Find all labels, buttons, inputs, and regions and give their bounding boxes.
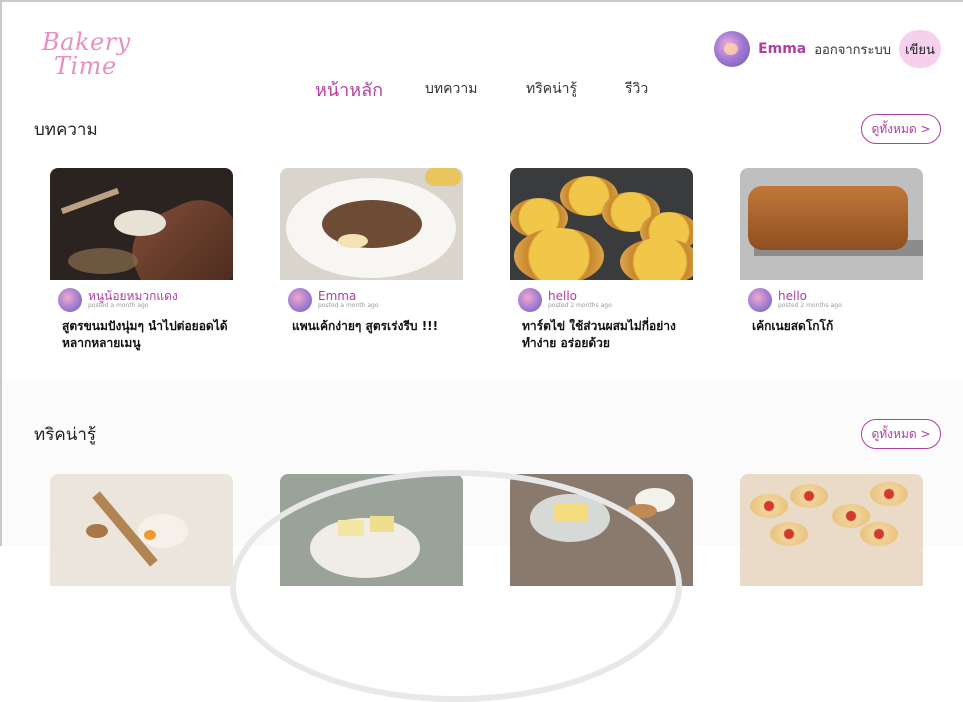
write-button[interactable]: เขียน (899, 30, 941, 68)
nav-home[interactable]: หน้าหลัก (315, 75, 383, 104)
tip-card[interactable] (280, 474, 463, 586)
article-title[interactable]: ทาร์ตไข่ ใช้ส่วนผสมไม่กี่อย่าง ทำง่าย อร… (522, 318, 694, 352)
author-avatar (288, 288, 312, 312)
logout-link[interactable]: ออกจากระบบ (814, 39, 891, 60)
posted-time: posted a month ago (88, 302, 149, 309)
article-author: หนูน้อยหมวกแดง posted a month ago (58, 288, 178, 312)
brand-line-2: Time (54, 52, 117, 80)
tip-image-cookies (740, 474, 923, 586)
article-image-bread (50, 168, 233, 280)
article-card[interactable]: หนูน้อยหมวกแดง posted a month ago สูตรขน… (50, 168, 233, 350)
user-area: Emma ออกจากระบบ เขียน (714, 30, 941, 68)
nav-reviews[interactable]: รีวิว (625, 78, 648, 100)
author-name[interactable]: หนูน้อยหมวกแดง (88, 290, 178, 302)
article-image-egg-tart (510, 168, 693, 280)
brand-logo[interactable]: Bakery Time (40, 28, 150, 80)
tip-card[interactable] (50, 474, 233, 586)
article-author: hello posted 2 months ago (748, 288, 842, 312)
tip-image-baking (50, 474, 233, 586)
posted-time: posted a month ago (318, 302, 379, 309)
article-card[interactable]: Emma posted a month ago แพนเค้กง่ายๆ สูต… (280, 168, 463, 333)
user-name[interactable]: Emma (758, 41, 806, 57)
tip-card[interactable] (740, 474, 923, 586)
author-avatar (518, 288, 542, 312)
article-author: Emma posted a month ago (288, 288, 379, 312)
articles-section-title: บทความ (34, 120, 98, 140)
nav-articles[interactable]: บทความ (425, 78, 477, 100)
article-author: hello posted 2 months ago (518, 288, 612, 312)
tip-image-ingredients (510, 474, 693, 586)
article-title[interactable]: สูตรขนมปังนุ่มๆ นำไปต่อยอดได้หลากหลายเมน… (62, 318, 234, 352)
author-name[interactable]: Emma (318, 290, 379, 302)
article-title[interactable]: เค้กเนยสดโกโก้ (752, 318, 924, 335)
author-name[interactable]: hello (548, 290, 612, 302)
tips-see-all-button[interactable]: ดูทั้งหมด > (861, 419, 941, 449)
author-avatar (748, 288, 772, 312)
article-image-pancake (280, 168, 463, 280)
user-avatar[interactable] (714, 31, 751, 67)
article-image-butter-cake (740, 168, 923, 280)
main-nav: หน้าหลัก บทความ ทริคน่ารู้ รีวิว (0, 78, 963, 108)
article-title[interactable]: แพนเค้กง่ายๆ สูตรเร่งรีบ !!! (292, 318, 464, 335)
tips-section-title: ทริคน่ารู้ (34, 425, 97, 445)
tip-image-butter (280, 474, 463, 586)
tip-card[interactable] (510, 474, 693, 586)
article-card[interactable]: hello posted 2 months ago เค้กเนยสดโกโก้ (740, 168, 923, 333)
author-avatar (58, 288, 82, 312)
articles-see-all-button[interactable]: ดูทั้งหมด > (861, 114, 941, 144)
author-name[interactable]: hello (778, 290, 842, 302)
article-card[interactable]: hello posted 2 months ago ทาร์ตไข่ ใช้ส่… (510, 168, 693, 350)
posted-time: posted 2 months ago (548, 302, 612, 309)
nav-tips[interactable]: ทริคน่ารู้ (526, 78, 577, 100)
posted-time: posted 2 months ago (778, 302, 842, 309)
